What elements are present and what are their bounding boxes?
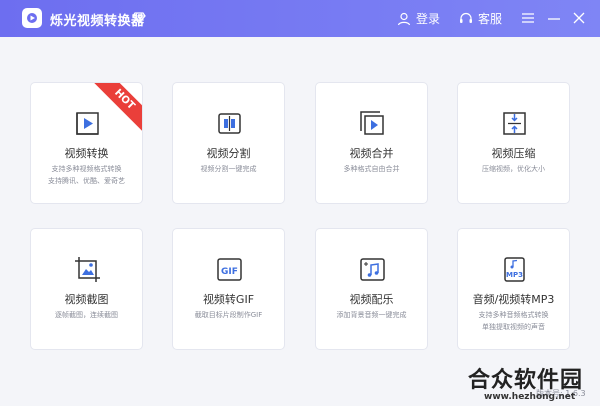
card-desc-line: 截取目标片段制作GIF	[194, 311, 263, 319]
card-desc-line: 单独提取视频的声音	[482, 323, 545, 331]
card-title: 视频截图	[64, 293, 109, 306]
svg-text:GIF: GIF	[221, 267, 238, 277]
mp3-icon: MP3	[504, 257, 525, 282]
card-title: 视频转GIF	[202, 293, 255, 306]
app-title: 烁光视频转换器	[50, 14, 145, 29]
music-icon	[360, 258, 385, 281]
svg-text:MP3: MP3	[506, 271, 523, 279]
card-video-merge[interactable]: 视频合并 多种格式自由合并	[315, 82, 428, 204]
split-icon	[218, 113, 241, 134]
card-desc-line: 逐帧截图，连续截图	[55, 311, 118, 319]
compress-icon	[503, 112, 526, 135]
user-icon	[397, 12, 411, 25]
card-desc: 多种格式自由合并	[320, 163, 423, 175]
card-video-compress[interactable]: 视频压缩 压缩视频，优化大小	[457, 82, 570, 204]
card-desc: 支持多种音频格式转换 单独提取视频的声音	[462, 309, 565, 333]
card-video-to-gif[interactable]: GIF 视频转GIF 截取目标片段制作GIF	[172, 228, 285, 350]
video-play-icon	[76, 112, 99, 135]
card-audio-video-to-mp3[interactable]: MP3 音频/视频转MP3 支持多种音频格式转换 单独提取视频的声音	[457, 228, 570, 350]
card-desc-line: 压缩视频，优化大小	[482, 165, 545, 173]
headset-icon	[460, 12, 472, 23]
card-desc: 视频分割一键完成	[177, 163, 280, 175]
app-logo	[22, 8, 42, 28]
service-button[interactable]: 客服	[459, 10, 502, 27]
card-video-screenshot[interactable]: 视频截图 逐帧截图，连续截图	[30, 228, 143, 350]
card-video-convert[interactable]: HOT 视频转换 支持多种视频格式转换 支持腾讯、优酷、爱奇艺	[30, 82, 143, 204]
close-icon[interactable]	[570, 9, 588, 27]
menu-icon[interactable]	[519, 9, 537, 27]
gif-icon: GIF	[217, 258, 242, 281]
card-video-split[interactable]: 视频分割 视频分割一键完成	[172, 82, 285, 204]
screenshot-icon	[75, 257, 100, 282]
card-desc: 截取目标片段制作GIF	[177, 309, 280, 321]
card-desc: 支持多种视频格式转换 支持腾讯、优酷、爱奇艺	[35, 163, 138, 187]
diamond-icon[interactable]	[132, 11, 146, 25]
card-desc-line: 多种格式自由合并	[343, 165, 400, 173]
card-desc: 逐帧截图，连续截图	[35, 309, 138, 321]
login-label: 登录	[416, 12, 441, 26]
title-bar: 烁光视频转换器 登录 客服	[0, 0, 600, 37]
merge-icon	[360, 111, 384, 135]
watermark-title: 合众软件园	[468, 368, 584, 393]
card-title: 音频/视频转MP3	[472, 293, 555, 306]
card-desc-line: 添加背景音频一键完成	[336, 311, 407, 319]
card-title: 视频转换	[64, 147, 109, 160]
card-desc: 添加背景音频一键完成	[320, 309, 423, 321]
minimize-icon[interactable]	[545, 9, 563, 27]
card-video-music[interactable]: 视频配乐 添加背景音频一键完成	[315, 228, 428, 350]
card-desc-line: 视频分割一键完成	[200, 165, 257, 173]
watermark-url: www.hezhong.net	[484, 392, 576, 402]
card-title: 视频压缩	[491, 147, 536, 160]
card-desc-line: 支持多种音频格式转换	[478, 311, 549, 319]
card-desc: 压缩视频，优化大小	[462, 163, 565, 175]
card-title: 视频配乐	[349, 293, 394, 306]
service-label: 客服	[478, 12, 503, 26]
card-title: 视频分割	[206, 147, 251, 160]
card-title: 视频合并	[349, 147, 394, 160]
login-button[interactable]: 登录	[397, 10, 440, 27]
card-desc-line: 支持多种视频格式转换	[51, 165, 122, 173]
card-desc-line: 支持腾讯、优酷、爱奇艺	[48, 177, 125, 185]
